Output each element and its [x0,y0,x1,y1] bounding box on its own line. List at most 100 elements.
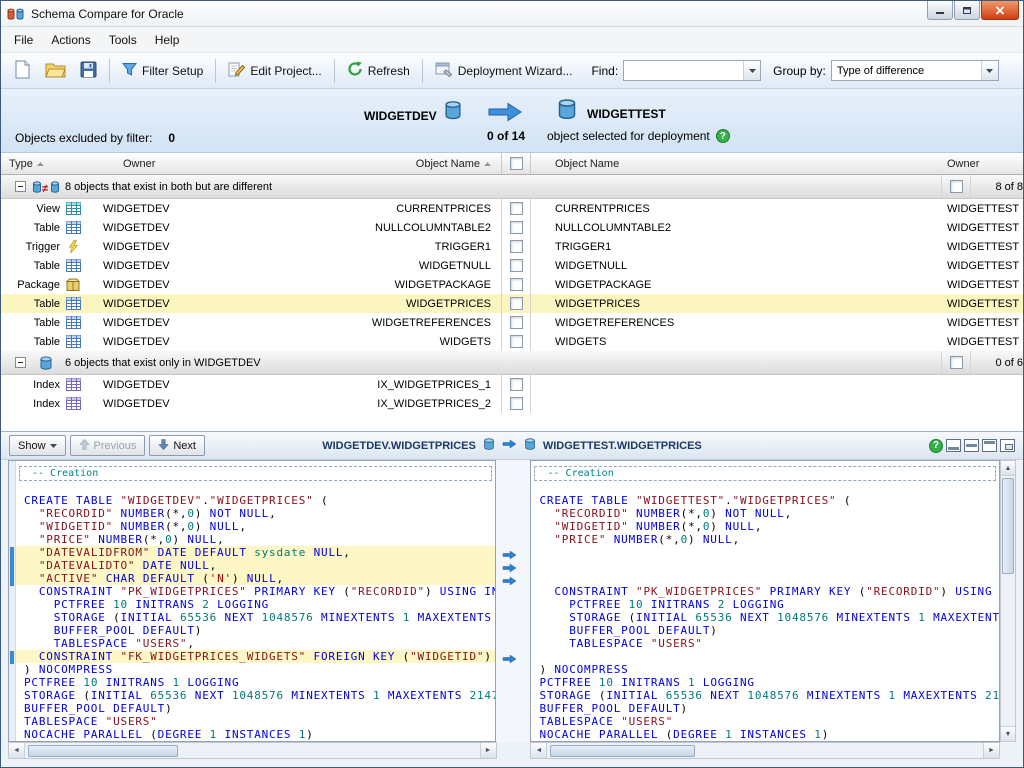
target-object-name: NULLCOLUMNTABLE2 [531,222,945,234]
row-checkbox[interactable] [510,221,523,234]
row-checkbox[interactable] [510,378,523,391]
scroll-left-icon[interactable]: ◄ [531,743,547,758]
grid-row[interactable]: TableWIDGETDEVWIDGETPRICESWIDGETPRICESWI… [1,294,1023,313]
grid-row[interactable]: TableWIDGETDEVWIDGETSWIDGETSWIDGETTEST [1,332,1023,351]
view-icon [63,202,83,215]
grid-row[interactable]: IndexWIDGETDEVIX_WIDGETPRICES_2 [1,394,1023,413]
sql-difference-toolbar: Show Previous Next WIDGETDEV.WIDGETPRICE… [1,431,1023,460]
row-checkbox-cell [501,237,531,256]
row-checkbox[interactable] [510,335,523,348]
row-checkbox[interactable] [510,297,523,310]
select-all-checkbox[interactable] [510,157,523,170]
grid-row[interactable]: PackageWIDGETDEVWIDGETPACKAGEWIDGETPACKA… [1,275,1023,294]
minimize-button[interactable] [927,1,953,20]
grid-row[interactable]: TableWIDGETDEVWIDGETNULLWIDGETNULLWIDGET… [1,256,1023,275]
collapse-grid-pane-icon[interactable] [946,439,961,452]
down-arrow-icon [158,439,169,453]
collapse-sql-pane-icon[interactable] [964,439,979,452]
row-checkbox[interactable] [510,278,523,291]
target-object-name: WIDGETREFERENCES [531,317,945,329]
new-project-button[interactable] [7,57,38,85]
restore-layout-icon[interactable] [1000,439,1015,452]
close-button[interactable] [981,1,1019,20]
filter-setup-button[interactable]: Filter Setup [115,59,210,83]
split-layout-icon[interactable] [982,439,997,452]
help-icon[interactable]: ? [716,129,730,143]
scroll-right-icon[interactable]: ► [983,743,999,758]
diff-overview-margin[interactable] [9,461,16,741]
scrollbar-thumb[interactable] [28,745,178,757]
row-checkbox[interactable] [510,202,523,215]
previous-difference-button[interactable]: Previous [70,435,146,456]
group-collapse-toggle[interactable] [15,357,26,368]
group-checkbox[interactable] [950,356,963,369]
row-checkbox[interactable] [510,240,523,253]
group-checkbox[interactable] [950,180,963,193]
group-row[interactable]: 6 objects that exist only in WIDGETDEV0 … [1,351,1023,375]
grid-body: ≠8 objects that exist in both but are di… [1,175,1023,431]
menu-file[interactable]: File [5,29,42,51]
grid-row[interactable]: ViewWIDGETDEVCURRENTPRICESCURRENTPRICESW… [1,199,1023,218]
find-input[interactable] [624,65,743,77]
target-sql-pane[interactable]: -- Creation CREATE TABLE "WIDGETTEST"."W… [530,460,1000,742]
vertical-scrollbar[interactable]: ▲ ▼ [1000,460,1016,742]
row-checkbox[interactable] [510,397,523,410]
sql-section-header[interactable]: -- Creation [19,466,492,481]
find-combobox[interactable] [623,60,761,81]
row-checkbox[interactable] [510,259,523,272]
sql-line: "RECORDID" NUMBER(*,0) NOT NULL, [531,507,999,520]
menu-help[interactable]: Help [146,29,189,51]
grid-row[interactable]: TriggerWIDGETDEVTRIGGER1TRIGGER1WIDGETTE… [1,237,1023,256]
diff-arrow-icon[interactable] [502,651,517,669]
sql-line: "WIDGETID" NUMBER(*,0) NULL, [16,520,495,533]
find-dropdown-icon[interactable] [743,61,760,80]
grid-row[interactable]: TableWIDGETDEVWIDGETREFERENCESWIDGETREFE… [1,313,1023,332]
column-header-object-name-source[interactable]: Object Name [231,158,501,170]
open-project-button[interactable] [38,58,73,84]
window-controls [927,1,1019,20]
column-header-type[interactable]: Type [1,158,83,170]
scrollbar-thumb[interactable] [550,745,695,757]
sql-section-header[interactable]: -- Creation [534,466,996,481]
save-project-button[interactable] [73,58,104,84]
menu-actions[interactable]: Actions [42,29,99,51]
sql-line: "DATEVALIDFROM" DATE DEFAULT sysdate NUL… [16,546,495,559]
edit-project-button[interactable]: Edit Project... [221,58,328,84]
menu-tools[interactable]: Tools [100,29,146,51]
grid-row[interactable]: TableWIDGETDEVNULLCOLUMNTABLE2NULLCOLUMN… [1,218,1023,237]
group-by-combobox[interactable]: Type of difference [831,60,999,81]
show-menu-button[interactable]: Show [9,435,66,456]
next-difference-button[interactable]: Next [149,435,205,456]
grid-row[interactable]: IndexWIDGETDEVIX_WIDGETPRICES_1 [1,375,1023,394]
group-by-value: Type of difference [832,65,981,77]
column-header-checkbox[interactable] [501,153,531,174]
group-collapse-toggle[interactable] [15,181,26,192]
sql-line: CONSTRAINT "PK_WIDGETPRICES" PRIMARY KEY… [531,585,999,598]
scroll-down-icon[interactable]: ▼ [1001,726,1015,741]
target-database-icon [555,97,579,124]
help-icon[interactable]: ? [929,439,943,453]
object-type: Table [1,260,63,272]
row-checkbox[interactable] [510,316,523,329]
deployment-wizard-button[interactable]: Deployment Wizard... [428,59,580,83]
source-object-name: IX_WIDGETPRICES_1 [231,379,501,391]
maximize-button[interactable] [954,1,980,20]
source-horizontal-scrollbar[interactable]: ◄ ► [8,742,497,759]
refresh-button[interactable]: Refresh [340,58,417,83]
group-row[interactable]: ≠8 objects that exist in both but are di… [1,175,1023,199]
source-sql-pane[interactable]: -- Creation CREATE TABLE "WIDGETDEV"."WI… [8,460,496,742]
scroll-right-icon[interactable]: ► [480,743,496,758]
target-owner: WIDGETTEST [945,336,1023,348]
group-by-dropdown-icon[interactable] [981,61,998,80]
diff-arrow-icon[interactable] [502,573,517,591]
column-header-object-name-target[interactable]: Object Name [531,158,945,170]
excluded-by-filter-label: Objects excluded by filter: [15,131,152,145]
target-object-name: TRIGGER1 [531,241,945,253]
scroll-left-icon[interactable]: ◄ [9,743,25,758]
target-horizontal-scrollbar[interactable]: ◄ ► [530,742,1000,759]
titlebar[interactable]: Schema Compare for Oracle [1,1,1023,27]
scroll-up-icon[interactable]: ▲ [1001,461,1015,476]
column-header-owner-target[interactable]: Owner [945,158,1023,170]
scrollbar-thumb[interactable] [1002,478,1014,574]
column-header-owner-source[interactable]: Owner [83,158,231,170]
